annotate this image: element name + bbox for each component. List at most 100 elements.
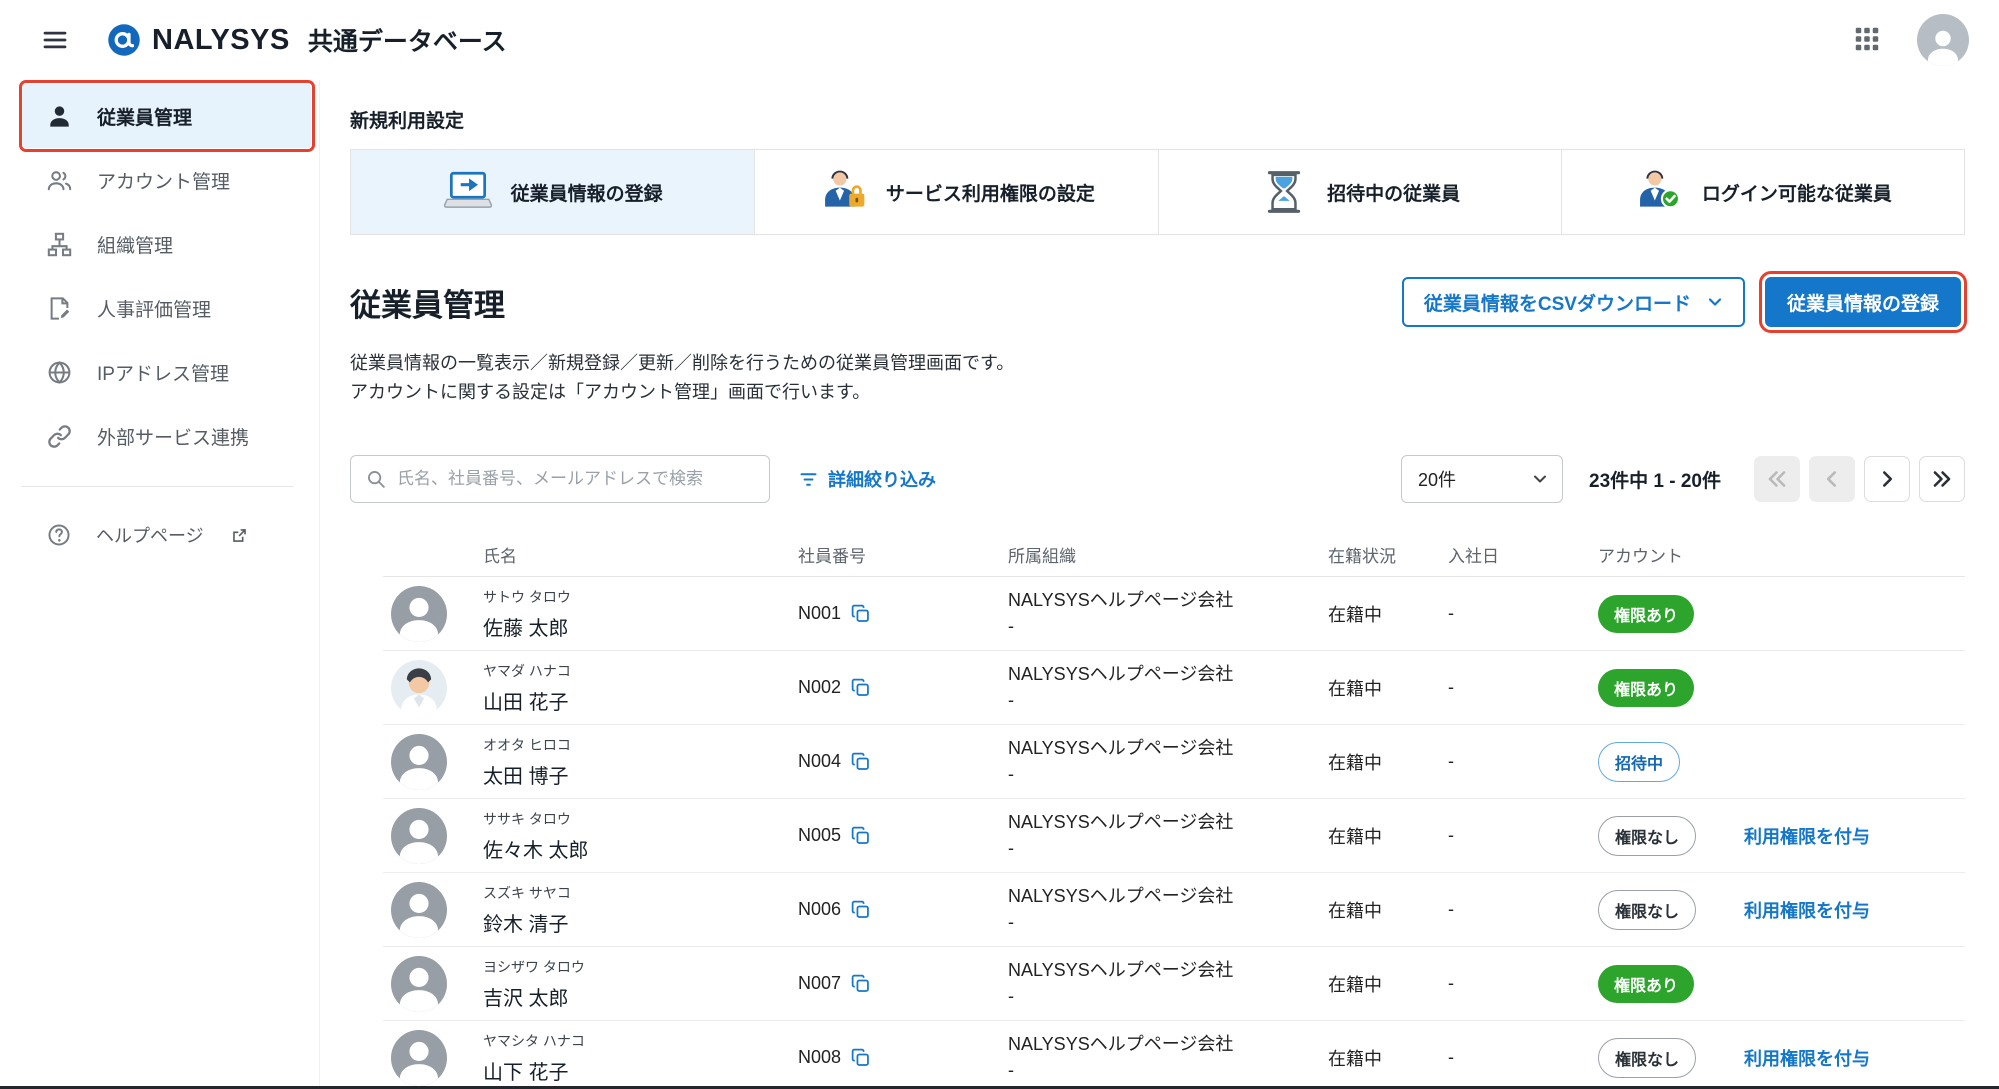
- grant-permission-link[interactable]: 利用権限を付与: [1744, 897, 1870, 923]
- sidebar-item-hr-evaluation[interactable]: 人事評価管理: [23, 276, 311, 340]
- sidebar-item-label: アカウント管理: [97, 167, 230, 194]
- employee-number: N006: [798, 899, 841, 920]
- register-employee-button[interactable]: 従業員情報の登録: [1765, 277, 1961, 327]
- employee-name: 吉沢 太郎: [483, 982, 798, 1011]
- pagination-last-button[interactable]: [1919, 456, 1965, 502]
- pagination-next-button[interactable]: [1864, 456, 1910, 502]
- employee-org-note: -: [1008, 838, 1328, 860]
- employee-org-note: -: [1008, 986, 1328, 1008]
- help-page-label: ヘルプページ: [96, 522, 204, 548]
- employee-org: NALYSYSヘルプページ会社: [1008, 960, 1328, 982]
- apps-grid-icon: [1852, 24, 1882, 54]
- pagination-info: 23件中 1 - 20件: [1589, 466, 1721, 493]
- link-icon: [46, 423, 73, 450]
- onboarding-card-service-permission-setting[interactable]: サービス利用権限の設定: [754, 150, 1157, 234]
- search-box: [350, 455, 770, 503]
- copy-icon[interactable]: [850, 825, 871, 846]
- employee-org: NALYSYSヘルプページ会社: [1008, 664, 1328, 686]
- sidebar-divider: [21, 486, 293, 487]
- body-row: 従業員管理アカウント管理組織管理人事評価管理IPアドレス管理外部サービス連携 ヘ…: [0, 80, 1999, 1089]
- onboarding-title: 新規利用設定: [350, 106, 1965, 133]
- hamburger-menu-button[interactable]: [34, 19, 76, 61]
- laptop-icon: [443, 167, 493, 217]
- employee-org: NALYSYSヘルプページ会社: [1008, 738, 1328, 760]
- account-badge: 権限なし: [1598, 1038, 1696, 1078]
- employee-avatar: [391, 660, 447, 716]
- copy-icon[interactable]: [850, 973, 871, 994]
- column-header: 在籍状況: [1328, 542, 1448, 567]
- onboarding-card-login-ready-employees[interactable]: ログイン可能な従業員: [1561, 150, 1964, 234]
- onboarding-card-label: 招待中の従業員: [1327, 179, 1460, 206]
- help-icon: [46, 522, 72, 548]
- employee-org-note: -: [1008, 912, 1328, 934]
- apps-grid-button[interactable]: [1847, 20, 1887, 60]
- copy-icon[interactable]: [850, 899, 871, 920]
- employee-kana: オオタ ヒロコ: [483, 735, 798, 755]
- account-badge: 権限あり: [1598, 669, 1694, 707]
- person-icon: [46, 103, 73, 130]
- employee-avatar: [391, 956, 447, 1012]
- sidebar-item-organization[interactable]: 組織管理: [23, 212, 311, 276]
- copy-icon[interactable]: [850, 751, 871, 772]
- column-header: 入社日: [1448, 542, 1598, 567]
- copy-icon[interactable]: [850, 677, 871, 698]
- onboarding-cards: 従業員情報の登録サービス利用権限の設定 招待中の従業員 ログイン可能な従業員: [350, 149, 1965, 235]
- employee-avatar: [391, 882, 447, 938]
- detail-filter-label: 詳細絞り込み: [828, 466, 936, 492]
- page-head: 従業員管理 従業員情報をCSVダウンロード 従業員情報の登録: [350, 277, 1965, 327]
- search-icon: [365, 468, 387, 490]
- pagination-prev-button[interactable]: [1809, 456, 1855, 502]
- grant-permission-link[interactable]: 利用権限を付与: [1744, 1045, 1870, 1071]
- sidebar-item-ip-address[interactable]: IPアドレス管理: [23, 340, 311, 404]
- csv-download-button[interactable]: 従業員情報をCSVダウンロード: [1402, 277, 1745, 327]
- sidebar-item-accounts[interactable]: アカウント管理: [23, 148, 311, 212]
- chevron-right-icon: [1874, 466, 1900, 492]
- sidebar-item-help-page[interactable]: ヘルプページ: [23, 507, 311, 563]
- doc-edit-icon: [46, 295, 73, 322]
- external-link-icon: [230, 526, 249, 545]
- chevron-down-icon: [1530, 469, 1550, 489]
- grant-permission-link[interactable]: 利用権限を付与: [1744, 823, 1870, 849]
- employee-row: オオタ ヒロコ太田 博子N004NALYSYSヘルプページ会社-在籍中-招待中: [383, 725, 1965, 799]
- pagination-first-button[interactable]: [1754, 456, 1800, 502]
- employee-name: 佐藤 太郎: [483, 612, 798, 641]
- column-header: アカウント: [1598, 542, 1965, 567]
- employee-org: NALYSYSヘルプページ会社: [1008, 812, 1328, 834]
- page-size-select[interactable]: 20件: [1401, 455, 1563, 503]
- table-body: サトウ タロウ佐藤 太郎N001NALYSYSヘルプページ会社-在籍中-権限あり…: [383, 577, 1965, 1089]
- user-avatar[interactable]: [1917, 14, 1969, 66]
- employee-avatar: [391, 808, 447, 864]
- column-header: 所属組織: [1008, 542, 1328, 567]
- employee-kana: サトウ タロウ: [483, 587, 798, 607]
- employee-kana: ササキ タロウ: [483, 809, 798, 829]
- account-badge: 権限なし: [1598, 890, 1696, 930]
- chevron-left-icon: [1819, 466, 1845, 492]
- employee-org: NALYSYSヘルプページ会社: [1008, 886, 1328, 908]
- account-badge: 権限なし: [1598, 816, 1696, 856]
- employee-hire-date: -: [1448, 677, 1598, 698]
- hamburger-icon: [40, 25, 70, 55]
- employee-row: スズキ サヤコ鈴木 清子N006NALYSYSヘルプページ会社-在籍中-権限なし…: [383, 873, 1965, 947]
- sidebar-item-external-services[interactable]: 外部サービス連携: [23, 404, 311, 468]
- employee-org-note: -: [1008, 616, 1328, 638]
- page-description-line-1: 従業員情報の一覧表示／新規登録／更新／削除を行うための従業員管理画面です。: [350, 353, 1014, 373]
- search-input[interactable]: [397, 469, 755, 489]
- copy-icon[interactable]: [850, 603, 871, 624]
- org-icon: [46, 231, 73, 258]
- app-header: NALYSYS 共通データベース: [0, 0, 1999, 80]
- sidebar-item-employees[interactable]: 従業員管理: [23, 84, 311, 148]
- detail-filter-button[interactable]: 詳細絞り込み: [798, 466, 936, 492]
- employee-status: 在籍中: [1328, 823, 1448, 849]
- double-chevron-left-icon: [1764, 466, 1790, 492]
- page-head-buttons: 従業員情報をCSVダウンロード 従業員情報の登録: [1402, 277, 1965, 327]
- product-name: 共通データベース: [308, 22, 507, 58]
- onboarding-card-inviting-employees[interactable]: 招待中の従業員: [1158, 150, 1561, 234]
- onboarding-card-register-employee-info[interactable]: 従業員情報の登録: [351, 150, 754, 234]
- copy-icon[interactable]: [850, 1047, 871, 1068]
- sidebar-item-label: 従業員管理: [97, 103, 192, 130]
- employee-kana: ヤマシタ ハナコ: [483, 1031, 798, 1051]
- employee-kana: ヤマダ ハナコ: [483, 661, 798, 681]
- employee-status: 在籍中: [1328, 749, 1448, 775]
- employee-number: N007: [798, 973, 841, 994]
- account-badge: 招待中: [1598, 742, 1680, 782]
